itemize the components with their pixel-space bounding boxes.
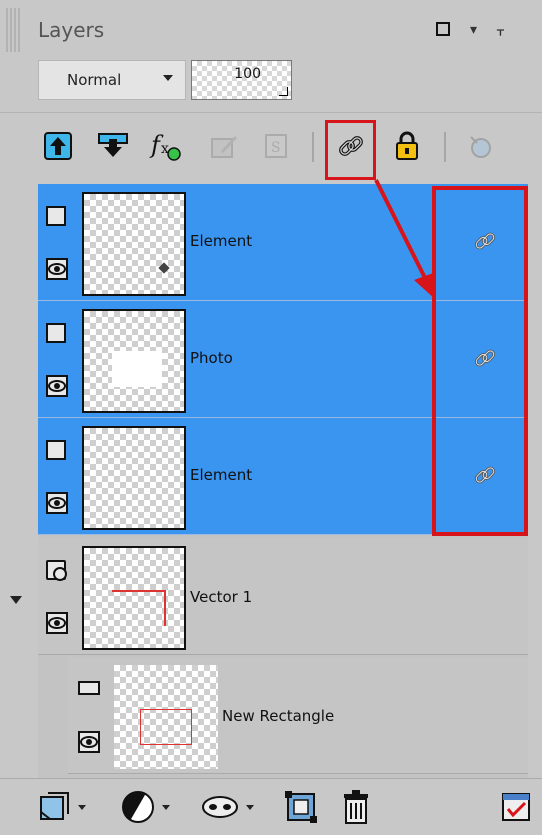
toolbar-separator [444,132,446,162]
layer-name: Vector 1 [190,588,253,606]
layer-properties-button[interactable] [500,787,532,827]
maximize-icon[interactable] [436,22,450,36]
layer-name: Element [190,466,253,484]
layer-thumbnail [114,665,218,769]
resize-grip-icon [279,87,288,96]
panel-menu-icon[interactable]: ▾ [470,22,477,38]
trash-icon [344,790,368,824]
edit-selection-icon [206,128,242,164]
opacity-field[interactable]: 100 [191,60,292,100]
layer-thumbnail [82,546,186,650]
vector-layer-icon [46,560,67,581]
divider [0,112,542,113]
link-button-highlight [325,120,376,180]
svg-text:S: S [271,140,281,156]
layer-thumbnail [82,309,186,413]
layer-group-icon [285,791,317,823]
toolbar-separator [312,132,314,162]
chevron-down-icon [162,804,170,810]
properties-icon [502,793,530,821]
move-layer-up-icon[interactable] [40,128,76,164]
blend-mode-select[interactable]: Normal [38,60,186,100]
chevron-down-icon [78,804,86,810]
new-adjustment-layer-button[interactable] [120,787,170,827]
new-layer-button[interactable] [38,787,86,827]
eye-icon[interactable] [46,375,68,397]
eye-icon[interactable] [46,612,68,634]
eye-icon[interactable] [78,731,100,753]
panel-grip[interactable] [6,8,20,52]
delete-layer-button[interactable] [340,787,372,827]
layer-styles-icon[interactable]: fx [148,128,184,164]
raster-layer-icon [46,206,66,226]
bottom-toolbar [0,778,542,835]
layer-name: Photo [190,349,233,367]
collapse-group-icon[interactable] [10,596,22,604]
layer-name: Element [190,232,253,250]
pin-icon[interactable]: ᚁ [497,22,504,38]
layer-toolbar: fx S [0,118,542,180]
blend-mode-value: Normal [67,71,122,89]
new-raster-layer-icon [40,792,69,820]
layer-row[interactable]: Vector 1 [38,538,528,655]
layer-thumbnail [82,192,186,296]
layer-visibility-toggle-icon [462,128,498,164]
link-column-highlight [432,186,528,536]
chevron-down-icon [246,804,254,810]
rectangle-shape-icon [78,681,100,695]
layer-name: New Rectangle [222,707,335,725]
mask-icon [202,796,238,818]
layer-row[interactable]: New Rectangle [68,657,528,774]
layers-panel: Layers ▾ ᚁ Normal 100 fx S Element Photo… [0,0,542,835]
layer-thumbnail [82,426,186,530]
raster-layer-icon [46,440,66,460]
eye-icon[interactable] [46,258,68,280]
adjustment-layer-icon [122,791,154,823]
lock-icon[interactable] [389,128,425,164]
new-group-button[interactable] [284,787,318,827]
opacity-value: 100 [234,66,261,82]
move-layer-down-icon[interactable] [95,128,131,164]
panel-title-controls: ▾ ᚁ [436,22,504,38]
eye-icon[interactable] [46,492,68,514]
highlight-icon: S [258,128,294,164]
panel-title: Layers [38,18,105,42]
new-mask-layer-button[interactable] [200,787,254,827]
raster-layer-icon [46,323,66,343]
chevron-down-icon [163,75,173,81]
